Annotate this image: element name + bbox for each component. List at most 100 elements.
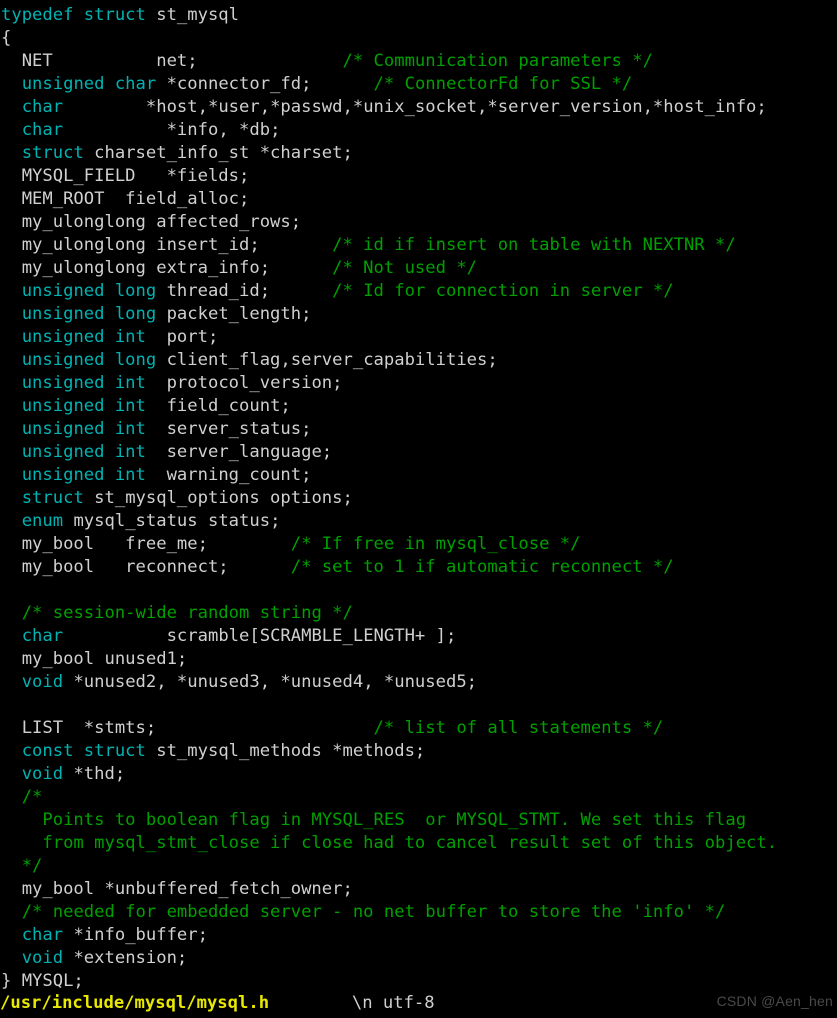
code-line: enum mysql_status status; (0, 510, 837, 533)
code-token-id (1, 948, 22, 968)
code-token-id: } MYSQL; (1, 971, 84, 991)
code-token-cm: */ (1, 856, 43, 876)
code-token-cm: /* If free in mysql_close */ (290, 534, 581, 554)
code-token-cm: /* Id for connection in server */ (332, 281, 674, 301)
code-line: typedef struct st_mysql (0, 4, 837, 27)
code-token-id (1, 511, 22, 531)
code-token-cm: /* ConnectorFd for SSL */ (373, 74, 633, 94)
code-token-id: *unused2, *unused3, *unused4, *unused5; (63, 672, 478, 692)
code-token-id (1, 465, 22, 485)
code-line: /* (0, 786, 837, 809)
code-token-kw: unsigned long (21, 281, 157, 301)
code-token-id: st_mysql (145, 5, 240, 25)
code-token-id: server_language; (145, 442, 333, 462)
code-line: MYSQL_FIELD *fields; (0, 165, 837, 188)
code-token-id (1, 925, 22, 945)
code-token-cm: /* Communication parameters */ (342, 51, 653, 71)
code-token-id (1, 74, 22, 94)
code-token-kw: void (21, 764, 64, 784)
code-line: unsigned long packet_length; (0, 303, 837, 326)
code-token-id: scramble[SCRAMBLE_LENGTH+ (63, 626, 426, 646)
code-line: my_bool *unbuffered_fetch_owner; (0, 878, 837, 901)
code-token-pn: { (1, 28, 12, 48)
code-token-kw: unsigned int (21, 465, 146, 485)
code-line: unsigned int protocol_version; (0, 372, 837, 395)
code-token-kw: void (21, 948, 64, 968)
code-token-kw: unsigned int (21, 419, 146, 439)
watermark-label: CSDN @Aen_hen (716, 993, 833, 1009)
code-token-id (1, 488, 22, 508)
code-viewport[interactable]: typedef struct st_mysql{ NET net; /* Com… (0, 4, 837, 991)
code-token-kw: typedef struct (1, 5, 146, 25)
code-token-kw: unsigned long (21, 304, 157, 324)
terminal-screen: typedef struct st_mysql{ NET net; /* Com… (0, 0, 837, 1018)
code-token-id: port; (145, 327, 219, 347)
code-line: char *info_buffer; (0, 924, 837, 947)
code-token-id (1, 787, 22, 807)
code-line: Points to boolean flag in MYSQL_RES or M… (0, 809, 837, 832)
code-line: my_bool reconnect; /* set to 1 if automa… (0, 556, 837, 579)
code-token-kw: char (21, 120, 64, 140)
code-token-id: *thd; (63, 764, 126, 784)
code-token-id: server_status; (145, 419, 312, 439)
code-line: const struct st_mysql_methods *methods; (0, 740, 837, 763)
code-token-cm: /* list of all statements */ (373, 718, 664, 738)
code-line: char *info, *db; (0, 119, 837, 142)
code-line: unsigned int port; (0, 326, 837, 349)
code-token-id (1, 281, 22, 301)
code-token-id: my_bool reconnect; (1, 557, 291, 577)
code-token-id (1, 373, 22, 393)
code-token-kw: unsigned int (21, 442, 146, 462)
code-token-id: *extension; (63, 948, 188, 968)
code-token-id: packet_length; (156, 304, 312, 324)
code-token-cm: /* (21, 787, 43, 807)
code-token-id: charset_info_st *charset; (83, 143, 353, 163)
code-token-id: st_mysql_methods *methods; (145, 741, 426, 761)
code-token-cm: /* needed for embedded server - no net b… (21, 902, 726, 922)
code-token-id: *host,*user,*passwd,*unix_socket,*server… (63, 97, 767, 117)
code-token-id (1, 764, 22, 784)
status-gap (269, 993, 352, 1013)
code-token-id (1, 603, 22, 623)
code-line: my_bool unused1; (0, 648, 837, 671)
code-line: unsigned long client_flag,server_capabil… (0, 349, 837, 372)
code-token-id (1, 902, 22, 922)
code-token-id (1, 304, 22, 324)
code-line: unsigned long thread_id; /* Id for conne… (0, 280, 837, 303)
code-line: unsigned char *connector_fd; /* Connecto… (0, 73, 837, 96)
code-line: struct st_mysql_options options; (0, 487, 837, 510)
code-token-id: protocol_version; (145, 373, 343, 393)
code-line: void *extension; (0, 947, 837, 970)
code-line: MEM_ROOT field_alloc; (0, 188, 837, 211)
code-token-id: field_count; (145, 396, 291, 416)
code-token-id: my_bool free_me; (1, 534, 291, 554)
code-token-id: my_ulonglong affected_rows; (1, 212, 302, 232)
code-line: } MYSQL; (0, 970, 837, 993)
code-token-id: my_ulonglong insert_id; (1, 235, 333, 255)
code-token-num: 1 (425, 626, 436, 646)
code-token-id: my_bool unused1; (1, 649, 188, 669)
code-token-cm: from mysql_stmt_close if close had to ca… (1, 833, 778, 853)
code-line: char *host,*user,*passwd,*unix_socket,*s… (0, 96, 837, 119)
code-line: unsigned int field_count; (0, 395, 837, 418)
code-token-id: thread_id; (156, 281, 333, 301)
code-token-id (1, 97, 22, 117)
code-line: unsigned int warning_count; (0, 464, 837, 487)
code-token-id: *connector_fd; (156, 74, 374, 94)
code-line: from mysql_stmt_close if close had to ca… (0, 832, 837, 855)
code-token-id (1, 741, 22, 761)
code-token-id (1, 419, 22, 439)
code-token-id: LIST *stmts; (1, 718, 374, 738)
code-token-kw: unsigned int (21, 327, 146, 347)
code-token-kw: const struct (21, 741, 146, 761)
code-token-id: *info, *db; (63, 120, 281, 140)
code-token-id: my_bool *unbuffered_fetch_owner; (1, 879, 353, 899)
code-token-kw: void (21, 672, 64, 692)
code-token-id: MYSQL_FIELD *fields; (1, 166, 250, 186)
code-token-kw: enum (21, 511, 64, 531)
status-encoding: \n utf-8 (351, 993, 435, 1013)
code-line: { (0, 27, 837, 50)
code-token-id: my_ulonglong extra_info; (1, 258, 333, 278)
code-token-kw: unsigned long (21, 350, 157, 370)
